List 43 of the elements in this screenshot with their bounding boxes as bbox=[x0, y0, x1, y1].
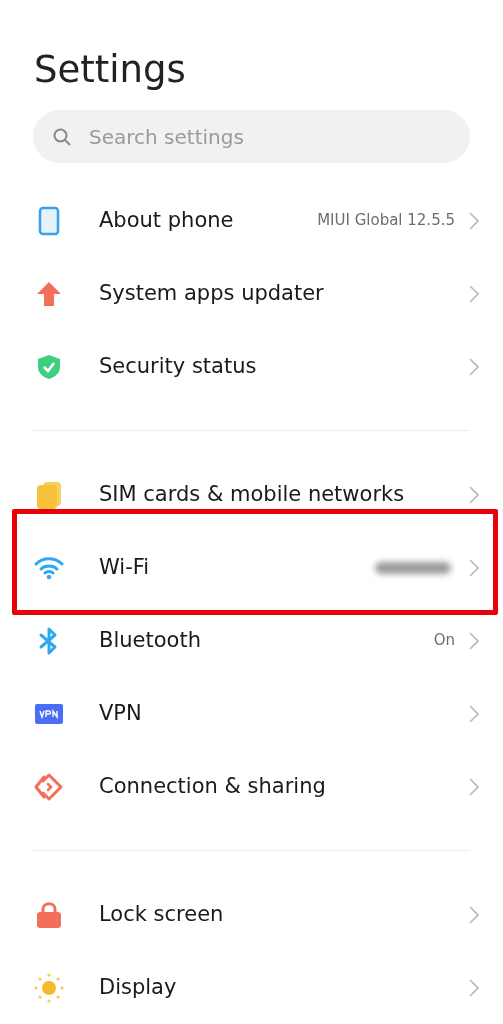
chevron-icon bbox=[469, 485, 479, 504]
chevron-icon bbox=[469, 704, 479, 723]
settings-item[interactable]: Bluetooth On bbox=[0, 604, 503, 677]
phone-icon bbox=[37, 205, 60, 236]
item-label: SIM cards & mobile networks bbox=[99, 480, 406, 508]
chevron-icon bbox=[469, 777, 479, 796]
item-label: Display bbox=[99, 973, 178, 1001]
vpn-icon bbox=[34, 703, 63, 724]
settings-item[interactable]: Display bbox=[0, 951, 503, 1024]
settings-item[interactable]: Wi-Fi bbox=[0, 531, 503, 604]
item-value: On bbox=[433, 630, 455, 652]
item-label: Lock screen bbox=[99, 900, 225, 928]
lock-icon bbox=[35, 900, 62, 929]
chevron-icon bbox=[469, 978, 479, 997]
search-field[interactable]: Search settings bbox=[33, 110, 470, 163]
item-value: MIUI Global 12.5.5 bbox=[317, 210, 455, 232]
settings-item[interactable]: Connection & sharing bbox=[0, 750, 503, 823]
chevron-icon bbox=[469, 558, 479, 577]
item-label: Security status bbox=[99, 352, 258, 380]
item-label: System apps updater bbox=[99, 279, 325, 307]
settings-item[interactable]: System apps updater bbox=[0, 257, 503, 330]
chevron-icon bbox=[469, 357, 479, 376]
page-title: Settings bbox=[33, 47, 187, 93]
chevron-icon bbox=[469, 631, 479, 650]
up-arrow-icon bbox=[35, 280, 62, 307]
item-label: About phone bbox=[99, 206, 235, 234]
item-label: Wi-Fi bbox=[99, 553, 151, 581]
chevron-icon bbox=[469, 905, 479, 924]
wifi-icon bbox=[33, 555, 64, 580]
settings-item[interactable]: About phone MIUI Global 12.5.5 bbox=[0, 184, 503, 257]
chevron-icon bbox=[469, 211, 479, 230]
chevron-icon bbox=[469, 284, 479, 303]
sim-card-icon bbox=[35, 480, 62, 509]
settings-item[interactable]: Security status bbox=[0, 330, 503, 403]
item-label: VPN bbox=[99, 699, 143, 727]
item-label: Bluetooth bbox=[99, 626, 202, 654]
settings-item[interactable]: VPN bbox=[0, 677, 503, 750]
shield-icon bbox=[36, 353, 61, 380]
sun-icon bbox=[33, 972, 64, 1003]
settings-item[interactable]: SIM cards & mobile networks bbox=[0, 458, 503, 531]
item-label: Connection & sharing bbox=[99, 772, 327, 800]
connection-icon bbox=[33, 772, 64, 801]
settings-item[interactable]: Lock screen bbox=[0, 878, 503, 951]
